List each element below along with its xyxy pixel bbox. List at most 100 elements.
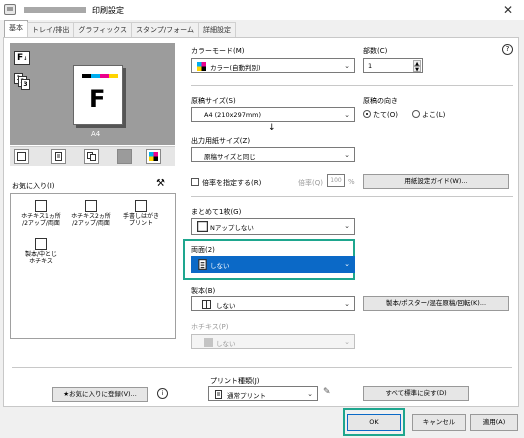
multi-page-view-button[interactable]: [84, 149, 99, 164]
nup-label: まとめて1枚(G): [191, 208, 242, 216]
zoom-checkbox-label: 倍率を指定する(R): [202, 179, 262, 187]
original-size-select[interactable]: A4 (210x297mm) ⌄: [191, 107, 355, 122]
document-icon: [215, 390, 222, 399]
add-favorite-button[interactable]: ★お気に入りに登録(V)...: [52, 387, 148, 402]
printer-app-icon: [4, 4, 16, 15]
chevron-down-icon: ⌄: [344, 111, 350, 119]
paper-guide-button[interactable]: 用紙設定ガイド(W)...: [363, 174, 509, 189]
staple-select[interactable]: しない ⌄: [191, 334, 355, 349]
chevron-down-icon: ⌄: [344, 260, 350, 268]
preview-letter: F: [89, 85, 106, 113]
tab-graphics[interactable]: グラフィックス: [73, 22, 133, 37]
chevron-down-icon: ⌄: [344, 222, 350, 230]
orientation-label: 原稿の向き: [363, 97, 398, 105]
tab-advanced[interactable]: 詳細設定: [197, 22, 236, 37]
ok-button[interactable]: OK: [347, 414, 401, 431]
orientation-portrait-radio[interactable]: [363, 110, 371, 118]
redacted-printer-name: [24, 7, 86, 13]
favorites-wand-icon[interactable]: ⚒: [156, 178, 165, 189]
favorites-label: お気に入り(I): [12, 182, 55, 190]
duplex-label: 両面(2): [191, 246, 215, 254]
color-icon: [197, 62, 206, 71]
collate-preview-icon: 123: [14, 73, 30, 90]
paper-size-indicator: A4: [91, 130, 101, 138]
color-mode-label: カラーモード(M): [191, 47, 245, 55]
booklet-poster-button[interactable]: 製本/ポスター/混在原稿/回転(K)...: [363, 296, 509, 311]
booklet-icon: [202, 300, 211, 309]
divider: [191, 85, 513, 86]
tab-tray-output[interactable]: トレイ/排出: [27, 22, 75, 37]
reset-defaults-button[interactable]: すべて標準に戻す(D): [363, 386, 469, 401]
divider: [12, 367, 512, 368]
zoom-ratio-label: 倍率(Q): [298, 179, 323, 187]
grayscale-view-button[interactable]: [117, 149, 132, 164]
duplex-value: しない: [210, 262, 230, 270]
document-view-button[interactable]: [51, 149, 66, 164]
postcard-preset-icon: [135, 200, 147, 212]
orientation-preview-icon: F↓: [14, 51, 30, 65]
chevron-down-icon: ⌄: [344, 338, 350, 346]
favorite-item[interactable]: 手書しはがき プリント: [113, 200, 169, 227]
booklet-label: 製本(B): [191, 287, 216, 295]
zoom-ratio-input[interactable]: 100: [327, 174, 345, 187]
staple-value: しない: [216, 340, 236, 348]
page-preview: F: [73, 65, 123, 125]
favorite-item[interactable]: ホチキス2ヵ所 /2アップ/両面: [63, 200, 119, 227]
output-size-value: 原稿サイズと同じ: [204, 153, 256, 161]
single-sided-icon: [198, 259, 207, 270]
duplex-select[interactable]: しない ⌄: [191, 256, 355, 273]
staple-preset-icon: [85, 200, 97, 212]
output-size-select[interactable]: 原稿サイズと同じ ⌄: [191, 147, 355, 162]
staple-icon: [204, 338, 213, 347]
original-size-value: A4 (210x297mm): [204, 111, 262, 119]
tab-bar: 基本 トレイ/排出 グラフィックス スタンプ/フォーム 詳細設定: [4, 20, 236, 38]
pencil-icon[interactable]: ✎: [323, 387, 331, 397]
page-icon: [197, 221, 208, 232]
chevron-down-icon: ⌄: [344, 300, 350, 308]
booklet-select[interactable]: しない ⌄: [191, 296, 355, 311]
print-type-value: 通常プリント: [227, 392, 266, 400]
apply-button[interactable]: 適用(A): [470, 414, 518, 431]
orientation-landscape-radio[interactable]: [412, 110, 420, 118]
tab-stamp-form[interactable]: スタンプ/フォーム: [131, 22, 199, 37]
arrow-down-icon: ↓: [268, 123, 276, 133]
copies-spinner[interactable]: 1 ▲ ▼: [363, 58, 423, 73]
orientation-portrait-label: たて(O): [373, 111, 398, 119]
color-view-button[interactable]: [146, 149, 161, 164]
window-title: 印刷設定: [92, 6, 124, 15]
nup-value: Nアップしない: [210, 224, 254, 232]
staple-preset-icon: [35, 200, 47, 212]
chevron-down-icon: ⌄: [344, 62, 350, 70]
print-type-select[interactable]: 通常プリント ⌄: [208, 386, 318, 401]
favorite-item[interactable]: 製本/中とじ ホチキス: [13, 238, 69, 265]
favorite-item[interactable]: ホチキス1ヵ所 /2アップ/両面: [13, 200, 69, 227]
single-page-view-button[interactable]: [14, 149, 29, 164]
color-bar: [82, 74, 118, 78]
help-icon[interactable]: ?: [502, 44, 513, 55]
print-type-label: プリント種類(J): [210, 377, 260, 385]
decrement-icon[interactable]: ▼: [413, 66, 421, 73]
chevron-down-icon: ⌄: [344, 151, 350, 159]
info-icon[interactable]: i: [157, 388, 168, 399]
tab-basic[interactable]: 基本: [4, 20, 28, 37]
add-favorite-label: お気に入りに登録(V)...: [69, 390, 137, 398]
favorite-label: 製本/中とじ ホチキス: [24, 251, 58, 265]
chevron-down-icon: ⌄: [307, 390, 313, 398]
favorite-label: 手書しはがき プリント: [122, 213, 159, 227]
favorite-label: ホチキス1ヵ所 /2アップ/両面: [21, 213, 61, 227]
zoom-ratio-unit: %: [348, 178, 355, 186]
close-icon[interactable]: ✕: [498, 2, 518, 18]
staple-label: ホチキス(P): [191, 323, 229, 331]
output-size-label: 出力用紙サイズ(Z): [191, 137, 251, 145]
orientation-landscape-label: よこ(L): [422, 111, 446, 119]
zoom-checkbox[interactable]: [191, 178, 199, 186]
booklet-preset-icon: [35, 238, 47, 250]
cancel-button[interactable]: キャンセル: [412, 414, 466, 431]
color-mode-value: カラー(自動判別): [210, 64, 261, 72]
copies-value: 1: [368, 62, 373, 70]
nup-select[interactable]: Nアップしない ⌄: [191, 218, 355, 235]
color-mode-select[interactable]: カラー(自動判別) ⌄: [191, 58, 355, 73]
favorite-label: ホチキス2ヵ所 /2アップ/両面: [71, 213, 111, 227]
booklet-value: しない: [216, 302, 236, 310]
original-size-label: 原稿サイズ(S): [191, 97, 236, 105]
